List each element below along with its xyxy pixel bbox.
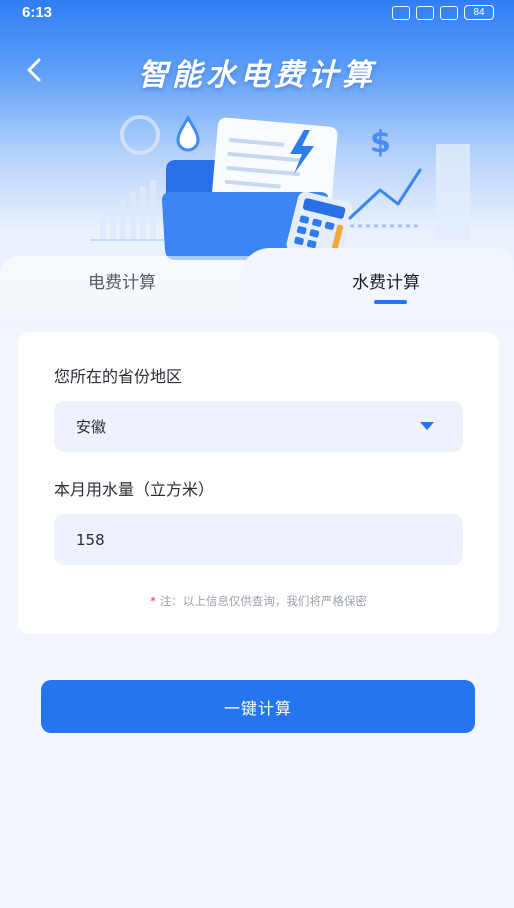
- region-value: 安徽: [76, 418, 107, 436]
- calculate-button[interactable]: 一键计算: [41, 680, 475, 733]
- notification-icon: [416, 5, 434, 20]
- privacy-note: * 注：以上信息仅供查询，我们将严格保密: [18, 593, 499, 609]
- privacy-note-text: 注：以上信息仅供查询，我们将严格保密: [159, 594, 367, 608]
- usage-label: 本月用水量（立方米）: [54, 480, 215, 499]
- page-title: 智能水电费计算: [138, 58, 376, 93]
- status-icons: 84: [392, 5, 494, 20]
- dropdown-arrow-icon: [420, 422, 434, 430]
- water-usage-input[interactable]: 158: [54, 514, 463, 565]
- status-bar: 6:13 84: [0, 0, 514, 28]
- status-time: 6:13: [22, 4, 53, 21]
- battery-level: 84: [473, 7, 485, 18]
- usage-value: 158: [76, 530, 105, 549]
- required-star: *: [150, 594, 156, 608]
- region-select[interactable]: 安徽: [54, 401, 463, 452]
- calculator-illustration: $: [90, 115, 470, 260]
- form-card: 您所在的省份地区 安徽 本月用水量（立方米） 158 * 注：以上信息仅供查询，我…: [18, 332, 499, 634]
- wifi-icon: [440, 5, 458, 20]
- notification-icon: [392, 5, 410, 20]
- svg-text:$: $: [370, 125, 391, 160]
- tab-bar: 电费计算 水费计算: [0, 248, 514, 320]
- tab-electricity[interactable]: 电费计算: [88, 268, 156, 293]
- tab-active-indicator: [374, 300, 407, 304]
- tab-water[interactable]: 水费计算: [352, 268, 420, 293]
- region-label: 您所在的省份地区: [54, 367, 183, 386]
- battery-icon: 84: [464, 5, 494, 20]
